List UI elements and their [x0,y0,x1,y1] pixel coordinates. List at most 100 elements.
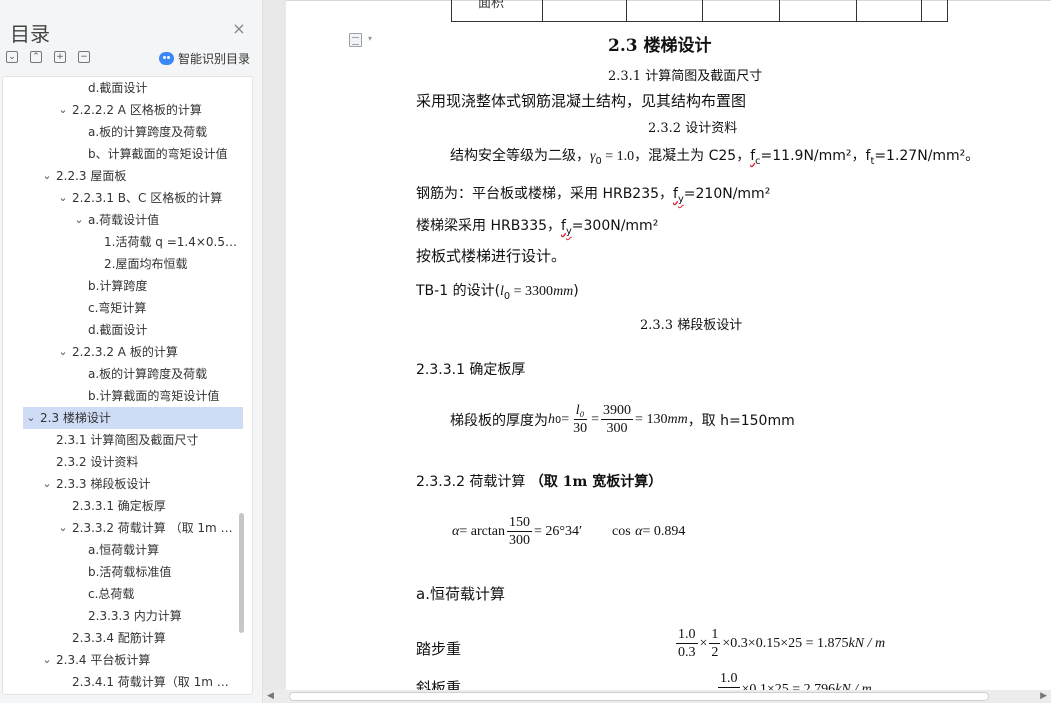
toc-scrollbar[interactable] [239,513,244,633]
chevron-down-icon[interactable]: ⌄ [57,517,69,539]
toc-item[interactable]: b.计算截面的弯矩设计值 [3,385,243,407]
step-weight-label: 踏步重 [416,640,462,658]
collapse-all-icon[interactable]: ⌃ [30,51,42,63]
toc-item[interactable]: 2.3.3.3 内力计算 [3,605,243,627]
toc-item-label: c.总荷载 [88,587,135,601]
toc-item[interactable]: a.恒荷载计算 [3,539,243,561]
toc-item[interactable]: 2.3.1 计算简图及截面尺寸 [3,429,243,451]
slope-weight-unit: kN / m [835,682,872,690]
toc-sidebar: 目录 × ⌄ ⌃ + − 智能识别目录 d.截面设计 ⌄ 2.2.2.2 A 区格板… [0,0,263,703]
toc-item[interactable]: ⌄2.3.3.2 荷载计算 （取 1m 宽板计算） [3,517,243,539]
toc-item[interactable]: a.板的计算跨度及荷载 [3,363,243,385]
toc-item-label: 2.屋面均布恒载 [104,257,188,271]
toc-item-label: 2.3 楼梯设计 [40,411,111,425]
toc-item[interactable]: d.截面设计 [3,77,243,99]
horizontal-scrollbar[interactable]: ◀ ▶ [263,690,1051,703]
toc-item[interactable]: 2.屋面均布恒载 [3,253,243,275]
toc-item-label: d.截面设计 [88,323,148,337]
add-heading-icon[interactable]: + [54,51,66,63]
toc-item[interactable]: ⌄ 2.2.3.2 A 板的计算 [3,341,243,363]
toc-item[interactable]: d.截面设计 [3,319,243,341]
l0-unit: mm [553,284,574,299]
chevron-down-icon[interactable]: ⌄ [41,649,53,671]
table-cell-border [702,0,703,21]
thickness-result: = 130 [635,412,668,427]
thickness-unit: mm [667,412,688,427]
l0-value: = 3300 [510,284,554,299]
smart-recognize-icon [159,51,174,65]
toc-item[interactable]: ⌄ 2.2.3.1 B、C 区格板的计算 [3,187,243,209]
toc-item[interactable]: ⌄ 2.3.4 平台板计算 [3,649,243,671]
document-outline-icon[interactable] [349,33,362,47]
equals-sign: = [591,412,600,427]
toc-item[interactable]: ⌄ 2.2.3 屋面板 [3,165,243,187]
toc-list: d.截面设计 ⌄ 2.2.2.2 A 区格板的计算 a.板的计算跨度及荷载 b、计算截面… [3,77,243,693]
remove-heading-icon[interactable]: − [78,51,90,63]
beam-text: 楼梯梁采用 HRB335， [416,218,562,234]
fraction-numerator: 150 [506,515,532,532]
fraction-1-2: 12 [709,627,721,660]
tb1-close: ) [573,283,579,299]
ft-value: =1.27N/mm²。 [874,148,980,164]
chevron-down-icon[interactable]: ⌄ [41,165,53,187]
smart-recognize-toc-button[interactable]: 智能识别目录 [159,50,250,66]
paragraph-rebar: 钢筋为：平台板或楼梯，采用 HRB235，fy=210N/mm² [416,183,770,205]
scroll-right-icon[interactable]: ▶ [1040,690,1047,703]
toc-item-label: 2.2.3.2 A 板的计算 [72,345,178,359]
alpha-value: = 26°34′ [533,524,583,539]
toc-item[interactable]: 1.活荷载 q =1.4×0.5=0.7 [3,231,243,253]
chevron-down-icon[interactable]: ⌄ [57,341,69,363]
paragraph-tb1: TB-1 的设计(l0 = 3300mm) [416,280,579,302]
toc-item[interactable]: c.弯矩计算 [3,297,243,319]
slope-weight-label: 斜板重 [416,679,462,690]
toc-item[interactable]: 2.3.4.1 荷载计算（取 1m 宽板计算） [3,671,243,693]
toc-item-label: b.活荷载标准值 [88,565,172,579]
chevron-down-icon[interactable]: ⌄ [25,407,37,429]
tb1-text: TB-1 的设计( [416,283,501,299]
toc-item[interactable]: 2.3.3.4 配筋计算 [3,627,243,649]
horizontal-scroll-thumb[interactable] [289,692,989,701]
toc-item[interactable]: ⌄ 2.3.3 梯段板设计 [3,473,243,495]
toc-item[interactable]: 2.3.2 设计资料 [3,451,243,473]
toc-item[interactable]: ⌄ 2.3 楼梯设计 [23,407,243,429]
heading-text: 2.3.3.2 荷载计算 [416,474,530,490]
fraction-numerator: 3900 [601,403,634,420]
toc-item-label: a.板的计算跨度及荷载 [88,125,208,139]
toc-item[interactable]: b.计算跨度 [3,275,243,297]
formula-step-weight: 1.0 0.3 × 12 ×0.3×0.15×25 = 1.875 kN / m [674,628,885,660]
dead-load-title: a.恒荷载计算 [416,585,505,603]
chevron-down-icon[interactable]: ⌄ [41,473,53,495]
scroll-left-icon[interactable]: ◀ [267,690,274,703]
thickness-text: 梯段板的厚度为 [450,413,548,429]
chevron-down-icon[interactable]: ⌄ [57,187,69,209]
toc-panel: d.截面设计 ⌄ 2.2.2.2 A 区格板的计算 a.板的计算跨度及荷载 b、计算截面… [2,76,253,695]
heading-2-3-3-1: 2.3.3.1 确定板厚 [416,362,526,378]
close-icon[interactable]: × [232,21,246,37]
toc-item-label: 2.3.4 平台板计算 [56,653,151,667]
chevron-down-icon[interactable]: ⌄ [73,209,85,231]
chevron-down-icon[interactable]: ▾ [368,34,372,43]
toc-item-label: 2.3.3.2 荷载计算 （取 1m 宽板计算） [72,521,237,535]
toc-item[interactable]: 2.3.3.1 确定板厚 [3,495,243,517]
fraction-numerator: 1 [709,627,721,644]
toc-item[interactable]: a.板的计算跨度及荷载 [3,121,243,143]
gamma-value: = 1.0 [601,149,635,164]
toc-item[interactable]: c.总荷载 [3,583,243,605]
toc-item-label: 2.3.2 设计资料 [56,455,139,469]
heading-2-3-3-2: 2.3.3.2 荷载计算 （取 1m 宽板计算） [416,471,662,491]
fy-value: =210N/mm² [683,186,771,202]
heading-2-3-3: 2.3.3 梯段板设计 [640,318,743,333]
chevron-down-icon[interactable]: ⌄ [57,99,69,121]
cos-text: cos [612,524,631,539]
toc-item-label: 1.活荷载 q =1.4×0.5=0.7 [104,235,237,249]
paragraph-structure: 采用现浇整体式钢筋混凝土结构，见其结构布置图 [416,92,747,110]
thickness-choice: ，取 h=150mm [687,413,795,429]
expand-all-icon[interactable]: ⌄ [6,51,18,63]
fraction-denominator: 300 [606,421,628,436]
toc-item[interactable]: b、计算截面的弯矩设计值 [3,143,243,165]
toc-item-label: d.截面设计 [88,81,148,95]
table-cell-border [856,0,857,21]
toc-item[interactable]: b.活荷载标准值 [3,561,243,583]
toc-item[interactable]: ⌄ a.荷载设计值 [3,209,243,231]
toc-item[interactable]: ⌄ 2.2.2.2 A 区格板的计算 [3,99,243,121]
